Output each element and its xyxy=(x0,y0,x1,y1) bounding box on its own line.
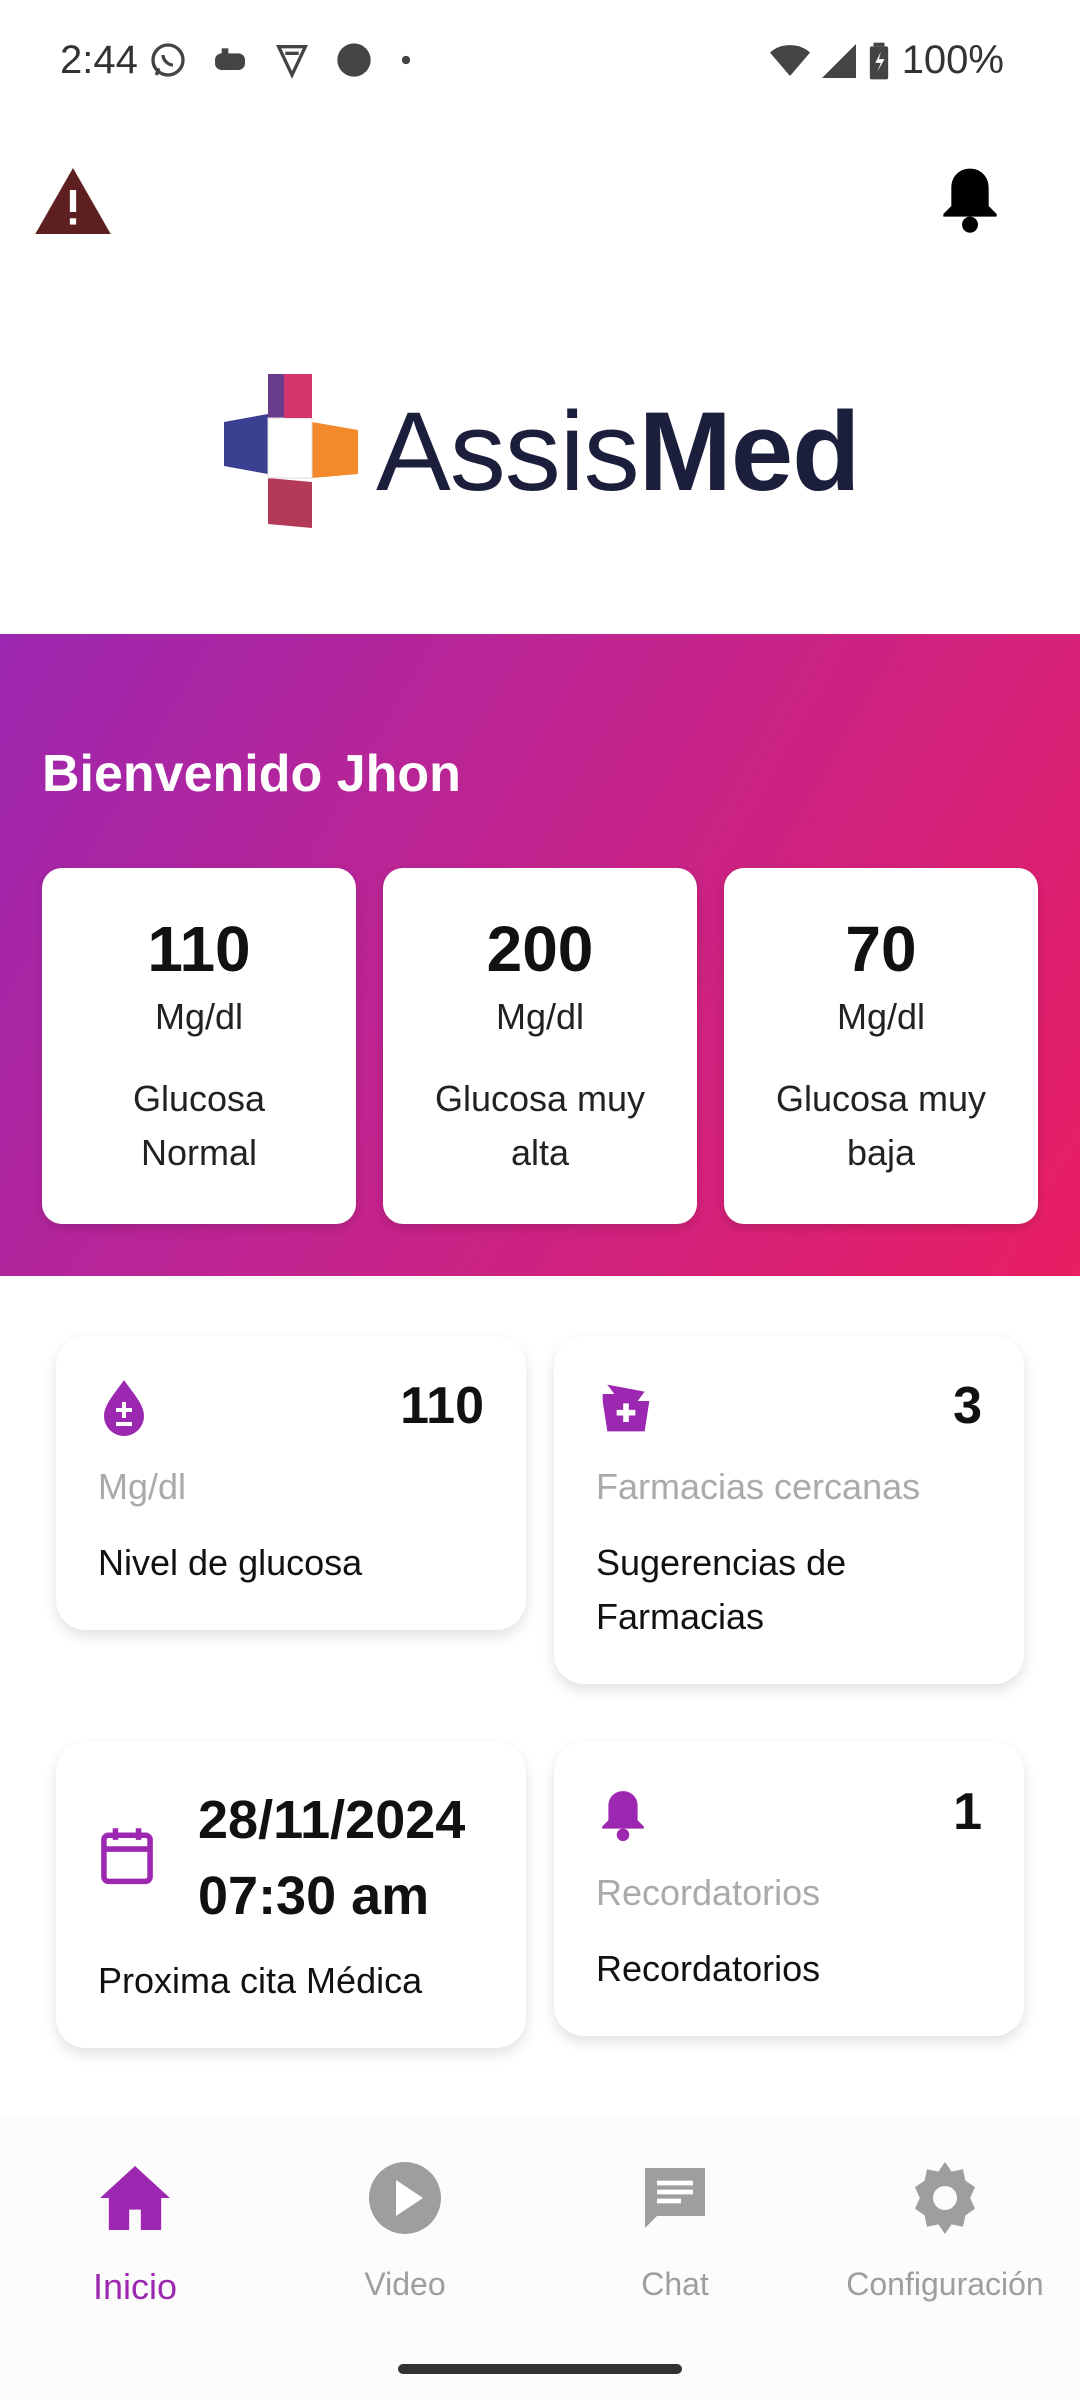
reminders-label: Recordatorios xyxy=(596,1948,821,1989)
system-status: 100% xyxy=(769,38,1004,83)
stat-value: 200 xyxy=(486,913,594,985)
nav-item-video[interactable]: Video xyxy=(270,2158,540,2303)
appointment-date: 28/11/2024 xyxy=(198,1790,466,1850)
nav-item-inicio[interactable]: Inicio xyxy=(0,2158,270,2308)
stat-unit: Mg/dl xyxy=(154,996,244,1037)
reminders-sub: Recordatorios xyxy=(596,1872,821,1913)
welcome-title: Bienvenido Jhon xyxy=(42,745,461,803)
reminders-value: 1 xyxy=(953,1783,982,1841)
pharmacies-card[interactable]: 3 Farmacias cercanas Sugerencias de Farm… xyxy=(554,1336,1024,1684)
dot-icon xyxy=(401,55,411,65)
warning-icon[interactable] xyxy=(34,168,112,239)
glucose-level-card[interactable]: 110 Mg/dl Nivel de glucosa xyxy=(56,1336,526,1630)
stat-card-low[interactable]: 70 Mg/dl Glucosa muy baja xyxy=(724,868,1038,1224)
pharmacies-sub: Farmacias cercanas xyxy=(596,1466,921,1507)
top-bar xyxy=(0,150,1080,260)
status-time: 2:44 xyxy=(60,38,138,82)
stat-card-normal[interactable]: 110 Mg/dl Glucosa Normal xyxy=(42,868,356,1224)
shield-icon xyxy=(276,45,308,79)
signal-icon xyxy=(821,43,856,78)
chat-icon xyxy=(645,2168,705,2228)
logo-wordmark: AssisMed xyxy=(376,387,861,516)
stat-value: 110 xyxy=(147,913,251,985)
notifications-bell-icon[interactable] xyxy=(938,162,1002,239)
play-icon xyxy=(369,2162,441,2234)
wifi-icon xyxy=(769,44,810,76)
calendar-icon xyxy=(101,1828,153,1885)
notification-icons xyxy=(148,40,416,80)
stat-label: Glucosa muy alta xyxy=(434,1078,646,1173)
bottom-navigation: Inicio Video Chat Configuración xyxy=(0,2118,1080,2400)
nav-label: Video xyxy=(364,2266,446,2302)
glucose-drop-icon xyxy=(104,1380,144,1436)
appointment-label: Proxima cita Médica xyxy=(98,1960,423,2001)
logo-text-light: Assis xyxy=(376,388,640,514)
game-controller-icon xyxy=(215,48,245,70)
battery-icon xyxy=(869,42,888,79)
appointment-time: 07:30 am xyxy=(198,1866,430,1926)
nav-item-configuracion[interactable]: Configuración xyxy=(810,2158,1080,2303)
pharmacies-value: 3 xyxy=(953,1377,982,1435)
logo-text-bold: Med xyxy=(638,388,861,514)
bell-icon xyxy=(602,1791,644,1842)
appointment-card[interactable]: 28/11/2024 07:30 am Proxima cita Médica xyxy=(56,1742,526,2048)
logo-mark-icon xyxy=(224,374,358,528)
whatsapp-icon xyxy=(151,43,185,77)
home-indicator[interactable] xyxy=(398,2364,682,2374)
glucose-unit: Mg/dl xyxy=(98,1466,187,1507)
status-bar: 2:44 100% xyxy=(0,0,1080,128)
stat-unit: Mg/dl xyxy=(495,996,585,1037)
pharmacies-label: Sugerencias de Farmacias xyxy=(596,1542,847,1637)
nav-item-chat[interactable]: Chat xyxy=(540,2158,810,2303)
pharmacy-icon xyxy=(602,1384,650,1432)
appointment-datetime: 28/11/2024 07:30 am xyxy=(198,1782,465,1934)
glucose-label: Nivel de glucosa xyxy=(98,1542,363,1583)
stat-label: Glucosa Normal xyxy=(132,1078,266,1173)
reminders-card[interactable]: 1 Recordatorios Recordatorios xyxy=(554,1742,1024,2036)
nav-label: Configuración xyxy=(846,2266,1044,2302)
stat-unit: Mg/dl xyxy=(836,996,926,1037)
app-logo: AssisMed xyxy=(224,374,861,528)
nav-label: Chat xyxy=(641,2266,709,2302)
home-icon xyxy=(100,2166,170,2230)
stat-card-high[interactable]: 200 Mg/dl Glucosa muy alta xyxy=(383,868,697,1224)
glucose-value: 110 xyxy=(400,1377,484,1435)
stat-label: Glucosa muy baja xyxy=(775,1078,987,1173)
battery-percent: 100% xyxy=(901,38,1004,82)
welcome-banner: Bienvenido Jhon 110 Mg/dl Glucosa Normal… xyxy=(0,634,1080,1276)
circle-icon xyxy=(337,43,371,77)
nav-label: Inicio xyxy=(92,2266,178,2307)
gear-icon xyxy=(915,2162,975,2234)
stat-value: 70 xyxy=(845,913,917,985)
